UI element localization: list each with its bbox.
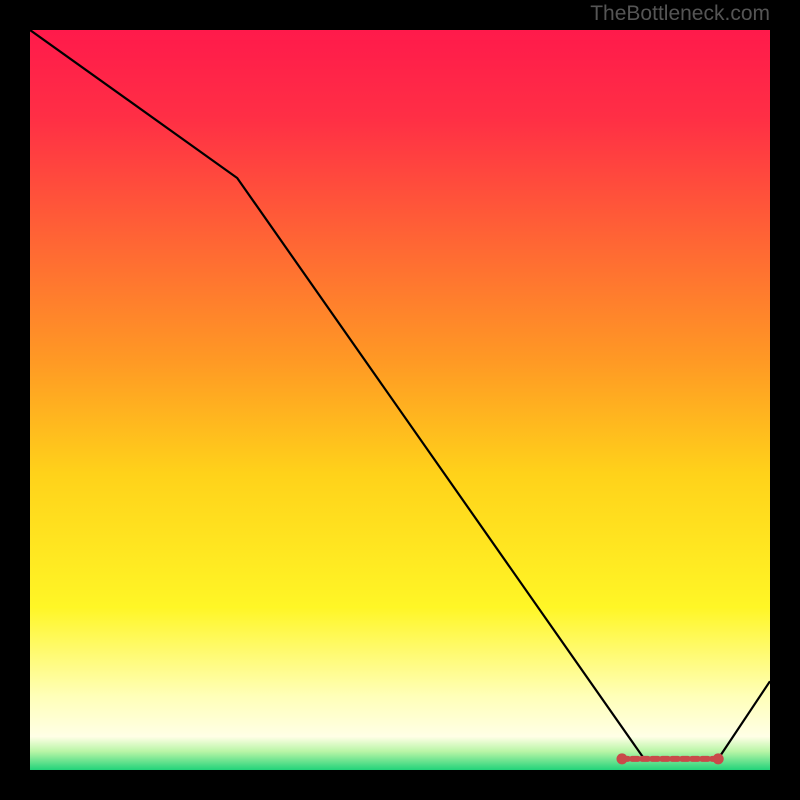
chart-container (30, 30, 770, 770)
bottleneck-chart (30, 30, 770, 770)
attribution-text: TheBottleneck.com (590, 2, 770, 26)
marker-start-dot (617, 753, 628, 764)
marker-end-dot (713, 753, 724, 764)
chart-background (30, 30, 770, 770)
